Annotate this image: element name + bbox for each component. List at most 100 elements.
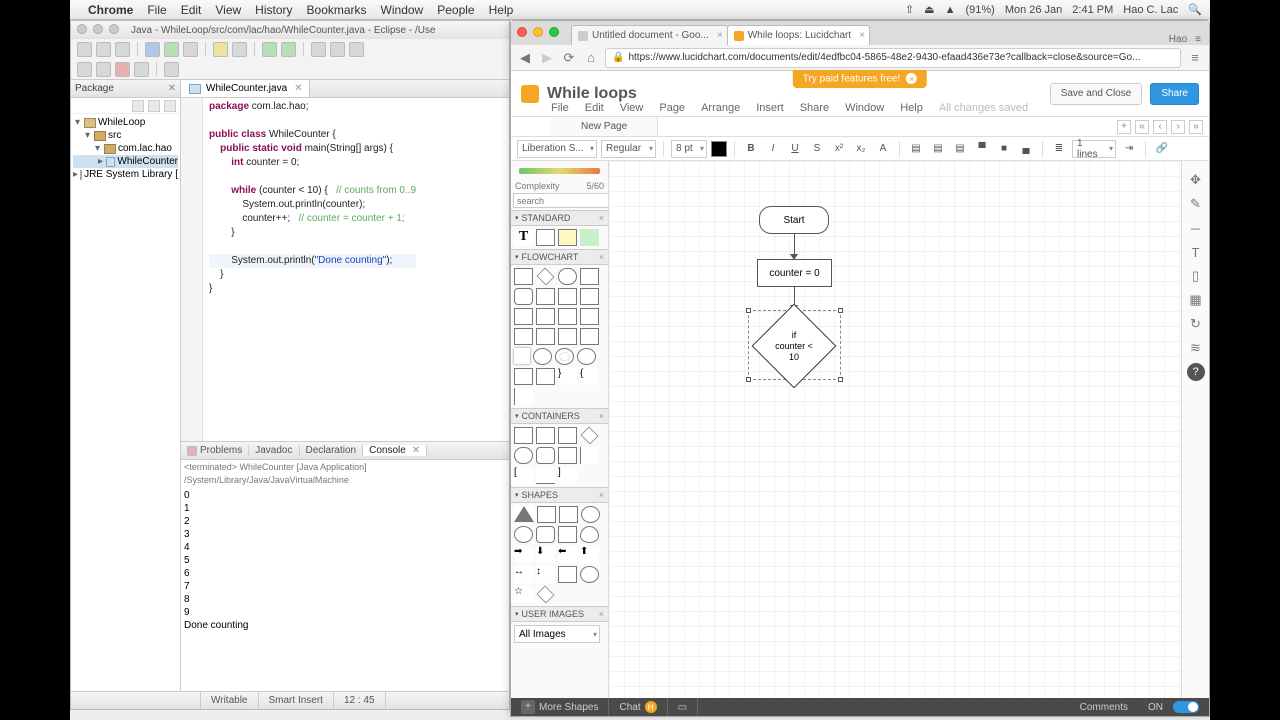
tree-project[interactable]: WhileLoop — [98, 117, 145, 128]
valign-top-icon[interactable]: ▀ — [973, 140, 991, 158]
shape-ct3[interactable] — [558, 427, 577, 444]
shape-arrow-d[interactable]: ⬇ — [536, 546, 555, 563]
tb-runlast-icon[interactable] — [183, 42, 198, 57]
shape-search-input[interactable] — [513, 193, 609, 208]
shape-s1[interactable] — [514, 506, 534, 522]
layers-icon[interactable]: ≋ — [1187, 339, 1205, 357]
page-tab[interactable]: New Page — [551, 117, 658, 136]
shape-br1[interactable]: [ — [514, 467, 533, 484]
menu-icon[interactable]: ≡ — [1187, 50, 1203, 66]
font-size-select[interactable]: 8 pt — [671, 140, 707, 158]
close-icon[interactable]: × — [859, 30, 865, 41]
text-icon[interactable]: T — [1187, 243, 1205, 261]
promo-banner[interactable]: Try paid features free!× — [793, 70, 927, 88]
lc-menu-insert[interactable]: Insert — [756, 102, 784, 114]
resize-handle[interactable] — [838, 377, 843, 382]
comments-toggle[interactable]: ON — [1138, 701, 1209, 713]
traffic-lights[interactable] — [77, 24, 119, 34]
shape-s5[interactable] — [514, 526, 533, 543]
tb-ico-d[interactable] — [164, 62, 179, 77]
font-weight-select[interactable]: Regular — [601, 140, 656, 158]
menubar-app[interactable]: Chrome — [88, 3, 133, 17]
shape-data[interactable] — [536, 288, 555, 305]
next-page-icon[interactable]: › — [1171, 120, 1185, 134]
tb-run-icon[interactable] — [164, 42, 179, 57]
menu-history[interactable]: History — [255, 3, 292, 17]
shape-doc[interactable] — [514, 288, 533, 305]
close-icon[interactable]: × — [717, 30, 723, 41]
feather-icon[interactable]: ✎ — [1187, 195, 1205, 213]
bold-icon[interactable]: B — [742, 140, 760, 158]
line-icon[interactable]: ─ — [1187, 219, 1205, 237]
collapse-icon[interactable] — [132, 100, 144, 112]
shape-note2[interactable] — [514, 388, 533, 405]
cat-containers[interactable]: ▾CONTAINERS× — [511, 408, 608, 424]
shape-d[interactable] — [580, 308, 599, 325]
project-tree[interactable]: ▾WhileLoop ▾src ▾com.lac.hao ▸WhileCount… — [71, 114, 180, 183]
add-page-icon[interactable]: + — [1117, 120, 1131, 134]
shape-db[interactable] — [558, 288, 577, 305]
tb-save-icon[interactable] — [96, 42, 111, 57]
tb-newpkg-icon[interactable] — [213, 42, 228, 57]
tb-play-icon[interactable] — [262, 42, 277, 57]
shape-g[interactable] — [558, 328, 577, 345]
reload-icon[interactable]: ⟳ — [561, 50, 577, 66]
resize-handle[interactable] — [746, 377, 751, 382]
resize-handle[interactable] — [838, 308, 843, 313]
italic-icon[interactable]: I — [764, 140, 782, 158]
shape-ct5[interactable] — [514, 447, 533, 464]
shape-or[interactable] — [577, 348, 596, 365]
shape-disk[interactable] — [580, 288, 599, 305]
close-icon[interactable]: × — [599, 609, 604, 619]
tab-javadoc[interactable]: Javadoc — [249, 445, 299, 456]
list-icon[interactable]: ≣ — [1050, 140, 1068, 158]
shape-ct4[interactable] — [581, 427, 599, 445]
subscript-icon[interactable]: x₂ — [852, 140, 870, 158]
lc-menu-window[interactable]: Window — [845, 102, 884, 114]
menu-window[interactable]: Window — [381, 3, 424, 17]
cat-flowchart[interactable]: ▾FLOWCHART× — [511, 249, 608, 265]
align-center-icon[interactable]: ▤ — [929, 140, 947, 158]
tab-declaration[interactable]: Declaration — [300, 445, 364, 456]
tb-saveall-icon[interactable] — [115, 42, 130, 57]
shape-tri[interactable] — [514, 348, 530, 364]
back-icon[interactable]: ◀ — [517, 50, 533, 66]
chat-button[interactable]: ChatH — [609, 698, 667, 716]
superscript-icon[interactable]: x² — [830, 140, 848, 158]
font-family-select[interactable]: Liberation S... — [517, 140, 597, 158]
tb-debug-icon[interactable] — [145, 42, 160, 57]
close-icon[interactable]: × — [906, 73, 917, 84]
resize-handle[interactable] — [746, 308, 751, 313]
shape-predef[interactable] — [580, 268, 599, 285]
menu-people[interactable]: People — [437, 3, 474, 17]
shape-s6[interactable] — [536, 526, 555, 543]
menu-view[interactable]: View — [215, 3, 241, 17]
valign-bot-icon[interactable]: ▄ — [1017, 140, 1035, 158]
editor-tab[interactable]: WhileCounter.java✕ — [181, 80, 310, 97]
node-start[interactable]: Start — [759, 206, 829, 234]
lc-menu-arrange[interactable]: Arrange — [701, 102, 740, 114]
node-init[interactable]: counter = 0 — [757, 259, 832, 287]
shape-s2[interactable] — [537, 506, 556, 523]
lc-menu-view[interactable]: View — [620, 102, 644, 114]
menu-bookmarks[interactable]: Bookmarks — [307, 3, 367, 17]
shape-ct2[interactable] — [536, 427, 555, 444]
lc-menu-page[interactable]: Page — [659, 102, 685, 114]
tb-ico-b[interactable] — [96, 62, 111, 77]
clear-format-icon[interactable]: A — [874, 140, 892, 158]
browser-tab-lucid[interactable]: While loops: Lucidchart× — [727, 25, 870, 45]
menu-icon[interactable] — [164, 100, 176, 112]
navigator-icon[interactable]: ✥ — [1187, 171, 1205, 189]
last-page-icon[interactable]: » — [1189, 120, 1203, 134]
menu-edit[interactable]: Edit — [181, 3, 202, 17]
grid-icon[interactable]: ▦ — [1187, 291, 1205, 309]
valign-mid-icon[interactable]: ■ — [995, 140, 1013, 158]
lucid-logo-icon[interactable] — [521, 85, 539, 103]
close-icon[interactable]: × — [599, 252, 604, 262]
shape-arrow-r[interactable]: ➡ — [514, 546, 533, 563]
tb-newclass-icon[interactable] — [232, 42, 247, 57]
profile-name[interactable]: Hao — [1169, 34, 1187, 45]
shape-terminator[interactable] — [558, 268, 577, 285]
link-icon[interactable] — [148, 100, 160, 112]
lc-menu-share[interactable]: Share — [800, 102, 829, 114]
